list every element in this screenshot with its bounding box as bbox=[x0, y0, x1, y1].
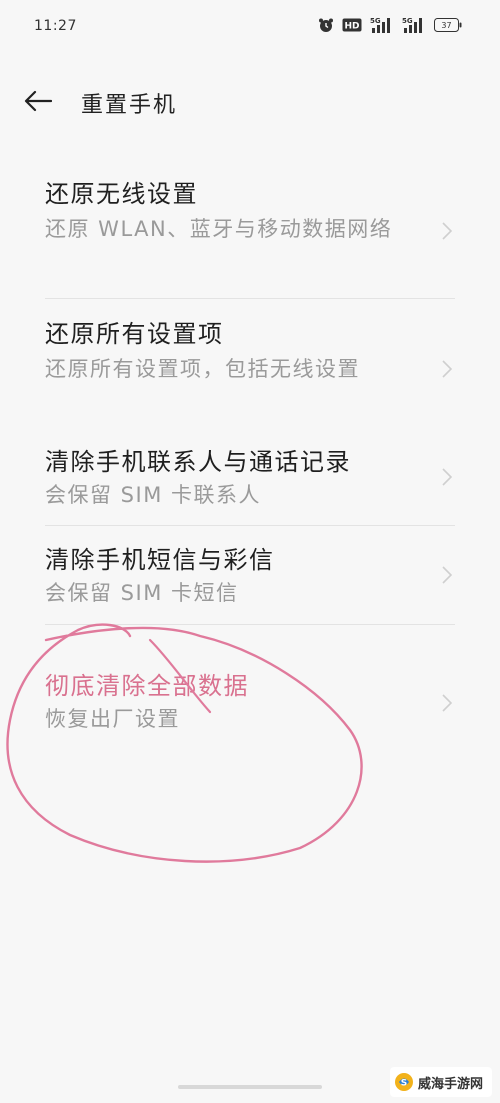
watermark: S 威海手游网 bbox=[390, 1067, 492, 1097]
svg-text:37: 37 bbox=[441, 21, 451, 30]
chevron-right-icon bbox=[442, 222, 452, 240]
status-time: 11:27 bbox=[34, 18, 77, 34]
home-indicator[interactable] bbox=[178, 1085, 322, 1089]
item-title: 还原所有设置项 bbox=[45, 320, 224, 348]
back-arrow-icon bbox=[24, 90, 52, 112]
item-title: 清除手机短信与彩信 bbox=[45, 546, 275, 574]
watermark-logo-icon: S bbox=[395, 1073, 413, 1091]
svg-text:5G: 5G bbox=[370, 17, 381, 25]
back-button[interactable] bbox=[20, 86, 56, 116]
list-item-reset-wireless[interactable]: 还原无线设置 还原 WLAN、蓝牙与移动数据网络 bbox=[0, 160, 500, 300]
divider bbox=[45, 525, 455, 526]
signal-5g-icon: 5G bbox=[370, 16, 394, 34]
divider bbox=[45, 624, 455, 625]
list-item-factory-reset[interactable]: 彻底清除全部数据 恢复出厂设置 bbox=[0, 654, 500, 754]
list-item-clear-contacts-calls[interactable]: 清除手机联系人与通话记录 会保留 SIM 卡联系人 bbox=[0, 430, 500, 526]
status-icons: HD 5G 5G 37 bbox=[318, 16, 462, 34]
status-bar: 11:27 HD 5G 5G 37 bbox=[0, 0, 500, 44]
item-title: 还原无线设置 bbox=[45, 180, 198, 208]
chevron-right-icon bbox=[442, 566, 452, 584]
hd-icon: HD bbox=[342, 18, 362, 32]
page-title: 重置手机 bbox=[81, 93, 178, 118]
item-subtitle: 会保留 SIM 卡联系人 bbox=[45, 483, 261, 507]
item-subtitle: 还原 WLAN、蓝牙与移动数据网络 bbox=[45, 217, 393, 241]
chevron-right-icon bbox=[442, 360, 452, 378]
chevron-right-icon bbox=[442, 694, 452, 712]
signal-5g-icon: 5G bbox=[402, 16, 426, 34]
list-item-clear-messages[interactable]: 清除手机短信与彩信 会保留 SIM 卡短信 bbox=[0, 528, 500, 624]
svg-text:HD: HD bbox=[344, 22, 359, 32]
page-header: 重置手机 bbox=[0, 72, 500, 128]
chevron-right-icon bbox=[442, 468, 452, 486]
battery-icon: 37 bbox=[434, 18, 462, 32]
item-subtitle: 会保留 SIM 卡短信 bbox=[45, 581, 239, 605]
reset-phone-screen: 11:27 HD 5G 5G 37 重置手机 还原无线设置 还原 WLAN、蓝牙… bbox=[0, 0, 500, 1103]
item-title: 清除手机联系人与通话记录 bbox=[45, 448, 351, 476]
alarm-icon bbox=[318, 17, 334, 33]
item-title: 彻底清除全部数据 bbox=[45, 672, 249, 700]
item-subtitle: 还原所有设置项，包括无线设置 bbox=[45, 357, 360, 381]
svg-text:S: S bbox=[401, 1079, 407, 1089]
svg-text:5G: 5G bbox=[402, 17, 413, 25]
divider bbox=[45, 298, 455, 299]
list-item-reset-all-settings[interactable]: 还原所有设置项 还原所有设置项，包括无线设置 bbox=[0, 300, 500, 410]
watermark-text: 威海手游网 bbox=[418, 1076, 484, 1092]
item-subtitle: 恢复出厂设置 bbox=[45, 707, 180, 731]
